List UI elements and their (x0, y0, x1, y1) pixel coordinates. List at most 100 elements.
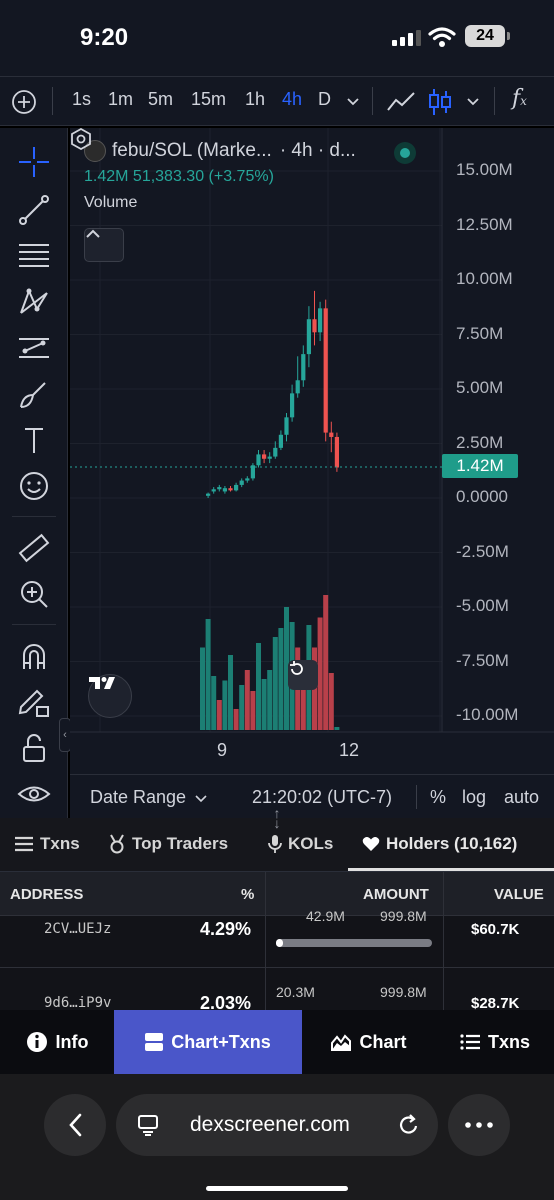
volume-bar (244, 670, 250, 730)
trend-line-tool[interactable] (14, 190, 54, 230)
table-row[interactable]: 20.3M 999.8M 9d6…iP9v 2.03% $28.7K (0, 968, 554, 1010)
y-axis-label: 5.00M (456, 378, 504, 397)
medal-icon (110, 834, 124, 854)
table-row[interactable]: 42.9M 999.8M 2CV…UEJz 4.29% $60.7K (0, 908, 554, 968)
lock-drawings-tool[interactable] (14, 682, 54, 722)
auto-scale-toggle[interactable]: auto (504, 787, 539, 808)
holder-address[interactable]: 9d6…iP9v (44, 995, 111, 1010)
volume-bar (216, 700, 222, 730)
candle-body (295, 380, 300, 394)
chevron-down-icon[interactable] (466, 97, 480, 107)
brush-icon (20, 382, 46, 408)
tab-holders[interactable]: Holders (10,162) (362, 834, 517, 854)
y-axis-label: 10.00M (456, 269, 513, 288)
candle-body (262, 454, 267, 459)
pair-title[interactable]: febu/SOL (Marke... (112, 140, 272, 162)
tradingview-logo[interactable] (88, 674, 132, 718)
mic-icon (268, 835, 282, 853)
percent-scale-toggle[interactable]: % (430, 787, 446, 808)
y-axis-label: 0.0000 (456, 487, 508, 506)
visibility-tool[interactable] (14, 774, 54, 814)
volume-bar (334, 727, 340, 730)
volume-bar (267, 670, 273, 730)
nav-chart[interactable]: Chart (302, 1010, 436, 1074)
chart-clock[interactable]: 21:20:02 (UTC-7) (252, 787, 392, 808)
interval-1h[interactable]: 1h (245, 89, 265, 110)
volume-bar (272, 637, 278, 730)
address-bar[interactable]: dexscreener.com (116, 1094, 438, 1156)
more-button[interactable] (448, 1094, 510, 1156)
candlestick-icon[interactable] (428, 87, 452, 117)
add-symbol-icon[interactable] (11, 89, 37, 115)
volume-bar (239, 685, 245, 730)
measure-tool[interactable] (14, 528, 54, 568)
tab-kols[interactable]: KOLs (268, 834, 333, 854)
tab-txns[interactable]: Txns (14, 834, 80, 854)
amount-top: 20.3M (276, 984, 315, 1000)
text-tool[interactable] (14, 420, 54, 460)
collapse-legend-button[interactable] (84, 228, 124, 262)
zoom-tool[interactable] (14, 574, 54, 614)
brush-tool[interactable] (14, 374, 54, 414)
fib-tool[interactable] (14, 236, 54, 276)
tab-label: KOLs (288, 834, 334, 853)
holder-address[interactable]: 2CV…UEJz (44, 921, 111, 937)
interval-1d[interactable]: D (318, 89, 331, 110)
reload-icon[interactable] (398, 1113, 420, 1137)
pencil-lock-icon (18, 689, 49, 717)
tab-top-traders[interactable]: Top Traders (108, 834, 228, 854)
indicators-icon[interactable]: fx (512, 86, 527, 111)
more-dots-icon (465, 1122, 493, 1128)
chart-settings-icon[interactable] (70, 128, 92, 150)
mountain-chart-icon (331, 1034, 352, 1051)
price-chart[interactable]: febu/SOL (Marke... · 4h · d... 1.42M 51,… (70, 128, 554, 818)
reset-chart-button[interactable] (288, 660, 318, 690)
candle-body (273, 447, 278, 457)
candle-body (278, 434, 283, 448)
crosshair-tool[interactable] (14, 142, 54, 182)
line-chart-icon[interactable] (386, 90, 416, 114)
forecast-tool[interactable] (14, 328, 54, 368)
timeframe-text: · 4h · d... (279, 140, 356, 161)
interval-5m[interactable]: 5m (148, 89, 173, 110)
chevron-up-icon (86, 229, 100, 238)
holder-value: $28.7K (471, 995, 520, 1010)
holder-percent: 2.03% (200, 993, 252, 1010)
resize-handle[interactable]: ↑ ↓ (268, 806, 286, 830)
nav-info[interactable]: Info (0, 1010, 114, 1074)
column-percent[interactable]: % (241, 886, 254, 903)
y-axis-label: 2.50M (456, 433, 504, 452)
holding-bar-fill (276, 939, 283, 947)
nav-label: Info (55, 1031, 89, 1052)
column-value[interactable]: VALUE (494, 886, 544, 903)
nav-txns[interactable]: Txns (436, 1010, 554, 1074)
interval-4h[interactable]: 4h (282, 89, 302, 110)
back-button[interactable] (44, 1094, 106, 1156)
column-address[interactable]: ADDRESS (10, 886, 83, 903)
interval-1m[interactable]: 1m (108, 89, 133, 110)
chevron-down-icon[interactable] (346, 97, 360, 107)
log-scale-toggle[interactable]: log (462, 787, 486, 808)
amount-total: 999.8M (380, 908, 427, 924)
interval-15m[interactable]: 15m (191, 89, 226, 110)
date-range-button[interactable]: Date Range (90, 787, 207, 808)
pattern-tool[interactable] (14, 282, 54, 322)
x-axis-label: 9 (217, 740, 228, 760)
column-amount[interactable]: AMOUNT (363, 886, 429, 903)
y-axis-label: -5.00M (456, 596, 509, 615)
candle-body (306, 319, 311, 355)
emoji-tool[interactable] (14, 466, 54, 506)
clock-time: 9:20 (80, 24, 129, 51)
interval-1s[interactable]: 1s (72, 89, 91, 110)
amount-total: 999.8M (380, 984, 427, 1000)
magnet-tool[interactable] (14, 636, 54, 676)
drawing-toolbar (0, 128, 68, 818)
unlock-tool[interactable] (14, 728, 54, 768)
volume-bar (200, 647, 205, 730)
nav-chart-txns[interactable]: Chart+Txns (114, 1010, 302, 1074)
status-bar: 9:20 24 (0, 0, 554, 76)
heart-icon (362, 837, 380, 851)
amount-top: 42.9M (306, 908, 345, 924)
pattern-icon (20, 288, 48, 314)
battery-tip (507, 32, 510, 40)
